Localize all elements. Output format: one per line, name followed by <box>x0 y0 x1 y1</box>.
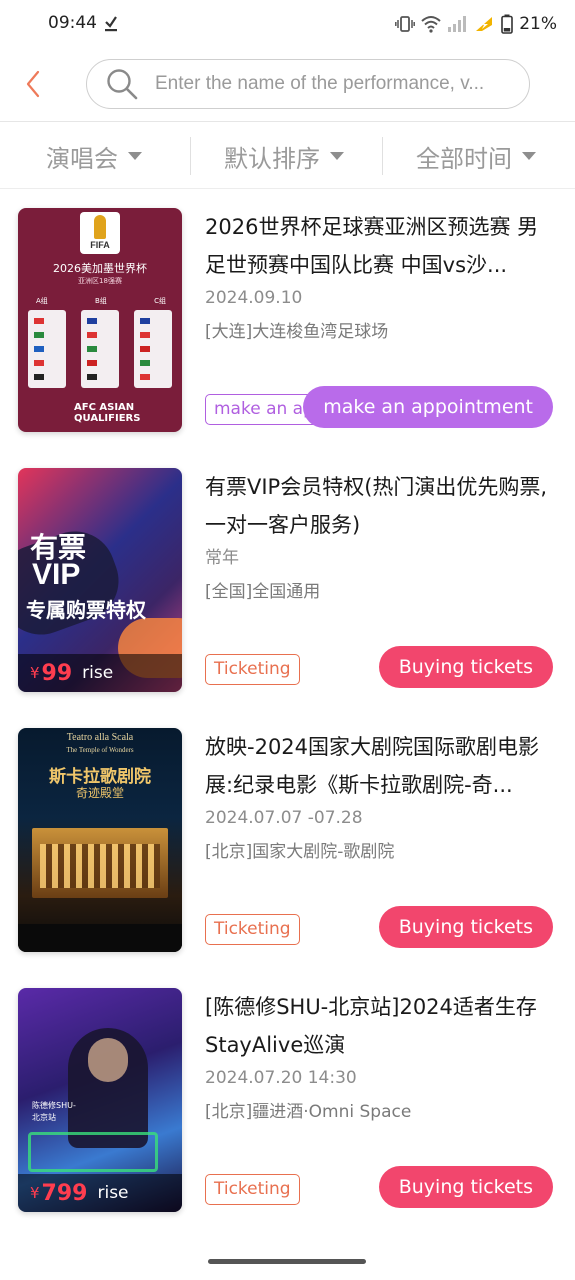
filter-divider <box>382 137 383 175</box>
event-tag: Ticketing <box>205 1174 300 1205</box>
event-title: [陈德修SHU-北京站]2024适者生存StayAlive巡演 <box>205 995 537 1057</box>
make-appointment-button[interactable]: make an appointment <box>303 386 553 428</box>
filter-category[interactable]: 演唱会 <box>46 123 142 189</box>
buy-tickets-button[interactable]: Buying tickets <box>378 906 553 948</box>
poster-text: AFC ASIAN QUALIFIERS <box>74 402 141 424</box>
event-info: [陈德修SHU-北京站]2024适者生存StayAlive巡演 2024.07.… <box>205 988 555 1124</box>
event-poster[interactable]: Teatro alla Scala The Temple of Wonders … <box>18 728 182 952</box>
event-venue: [全国]全国通用 <box>205 582 321 602</box>
event-date: 2024.07.07 -07.28 <box>205 808 363 828</box>
poster-price: ¥99 rise <box>18 654 182 692</box>
event-card[interactable]: FIFA 2026美加墨世界杯 亚洲区18强赛 A组 B组 C组 AFC ASIAN… <box>0 208 575 468</box>
caret-down-icon <box>128 152 142 160</box>
poster-text: 北京站 <box>32 1113 56 1122</box>
event-poster[interactable]: 有票 VIP 专属购票特权 ¥99 rise <box>18 468 182 692</box>
event-card[interactable]: Teatro alla Scala The Temple of Wonders … <box>0 728 575 988</box>
poster-text: 陈德修SHU- <box>32 1101 76 1110</box>
filter-time-label: 全部时间 <box>416 144 512 173</box>
event-tag: Ticketing <box>205 654 300 685</box>
event-venue: [北京]疆进酒·Omni Space <box>205 1102 412 1122</box>
filter-category-label: 演唱会 <box>46 144 118 173</box>
event-info: 放映-2024国家大剧院国际歌剧电影展:纪录电影《斯卡拉歌剧院-奇... 202… <box>205 728 555 864</box>
event-card[interactable]: 陈德修SHU- 北京站 ¥799 rise [陈德修SHU-北京站]2024适者生… <box>0 988 575 1248</box>
event-tag: Ticketing <box>205 914 300 945</box>
caret-down-icon <box>522 152 536 160</box>
poster-text: 奇迹殿堂 <box>75 786 124 800</box>
fifa-logo: FIFA <box>80 212 120 254</box>
chevron-left-icon <box>26 70 40 98</box>
poster-text: VIP <box>32 558 81 591</box>
status-time: 09:44 <box>48 13 97 33</box>
event-date: 常年 <box>205 548 239 568</box>
battery-icon <box>501 14 514 34</box>
poster-groups: A组 B组 C组 <box>36 297 166 305</box>
download-done-icon <box>105 16 117 32</box>
search-box[interactable] <box>86 59 530 109</box>
poster-text: Teatro alla Scala <box>66 732 134 743</box>
charging-icon <box>476 17 493 31</box>
home-indicator[interactable] <box>208 1259 366 1264</box>
status-icons: 21% <box>395 11 557 37</box>
buy-tickets-button[interactable]: Buying tickets <box>378 646 553 688</box>
event-title: 2026世界杯足球赛亚洲区预选赛 男足世预赛中国队比赛 中国vs沙... <box>205 215 539 277</box>
event-poster[interactable]: 陈德修SHU- 北京站 ¥799 rise <box>18 988 182 1212</box>
filter-sort[interactable]: 默认排序 <box>224 123 344 189</box>
battery-percent: 21% <box>519 14 557 34</box>
vibrate-icon <box>395 16 416 32</box>
poster-text: 专属购票特权 <box>26 598 146 622</box>
poster-text: 亚洲区18强赛 <box>78 277 122 285</box>
caret-down-icon <box>330 152 344 160</box>
event-date: 2024.07.20 14:30 <box>205 1068 357 1088</box>
back-button[interactable] <box>18 64 48 104</box>
event-info: 有票VIP会员特权(热门演出优先购票,一对一客户服务) 常年 [全国]全国通用 <box>205 468 555 604</box>
event-info: 2026世界杯足球赛亚洲区预选赛 男足世预赛中国队比赛 中国vs沙... 202… <box>205 208 555 344</box>
event-card[interactable]: 有票 VIP 专属购票特权 ¥99 rise 有票VIP会员特权(热门演出优先购票… <box>0 468 575 728</box>
buy-tickets-button[interactable]: Buying tickets <box>378 1166 553 1208</box>
poster-text: The Temple of Wonders <box>66 746 134 754</box>
event-venue: [大连]大连梭鱼湾足球场 <box>205 322 389 342</box>
search-icon <box>107 69 138 100</box>
wifi-icon <box>421 16 441 33</box>
event-date: 2024.09.10 <box>205 288 303 308</box>
filter-time[interactable]: 全部时间 <box>416 123 536 189</box>
event-title: 放映-2024国家大剧院国际歌剧电影展:纪录电影《斯卡拉歌剧院-奇... <box>205 735 540 797</box>
signal-icon <box>448 16 467 32</box>
search-header <box>0 48 575 122</box>
poster-text: 2026美加墨世界杯 <box>53 262 147 275</box>
event-title: 有票VIP会员特权(热门演出优先购票,一对一客户服务) <box>205 475 548 537</box>
filter-bar: 演唱会 默认排序 全部时间 <box>0 123 575 189</box>
search-input[interactable] <box>155 73 505 95</box>
filter-sort-label: 默认排序 <box>224 144 320 173</box>
status-bar: 09:44 21% <box>0 0 575 48</box>
event-poster[interactable]: FIFA 2026美加墨世界杯 亚洲区18强赛 A组 B组 C组 AFC ASIAN… <box>18 208 182 432</box>
poster-price: ¥799 rise <box>18 1174 182 1212</box>
event-venue: [北京]国家大剧院-歌剧院 <box>205 842 395 862</box>
filter-divider <box>190 137 191 175</box>
